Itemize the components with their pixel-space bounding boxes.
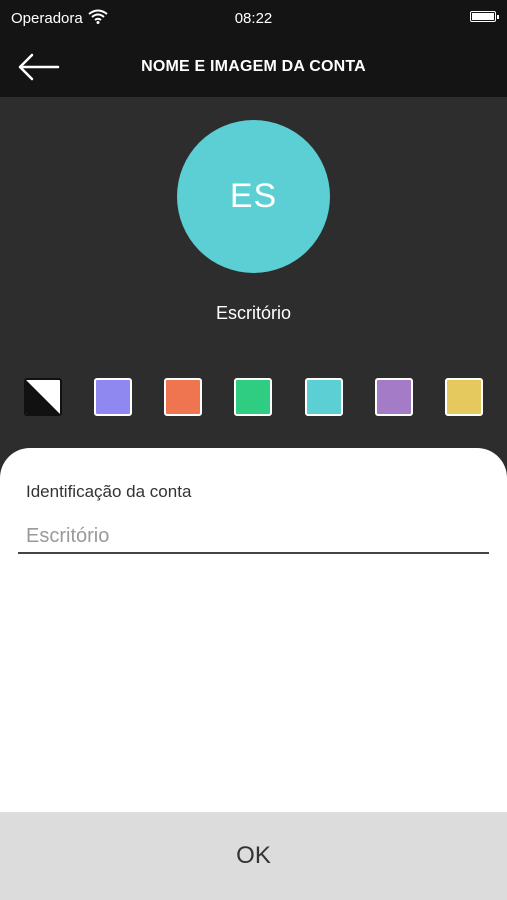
- page-title: NOME E IMAGEM DA CONTA: [141, 58, 366, 75]
- color-swatch-green[interactable]: [234, 378, 272, 416]
- color-picker: [0, 378, 507, 418]
- status-time: 08:22: [234, 10, 273, 27]
- ok-button[interactable]: OK: [0, 812, 507, 900]
- account-form-sheet: Identificação da conta: [0, 448, 507, 812]
- status-bar: Operadora 08:22: [0, 0, 507, 36]
- color-swatch-yellow[interactable]: [445, 378, 483, 416]
- color-swatch-orange[interactable]: [164, 378, 202, 416]
- battery-icon: [470, 11, 499, 22]
- color-swatch-purple[interactable]: [375, 378, 413, 416]
- account-id-label: Identificação da conta: [26, 482, 192, 501]
- account-name-input[interactable]: [18, 520, 489, 554]
- app-header: NOME E IMAGEM DA CONTA: [0, 36, 507, 97]
- color-swatch-blue[interactable]: [94, 378, 132, 416]
- color-swatch-none[interactable]: [24, 378, 62, 416]
- account-name: Escritório: [215, 303, 291, 323]
- avatar[interactable]: ES: [177, 120, 330, 273]
- color-swatch-cyan[interactable]: [305, 378, 343, 416]
- avatar-initials: ES: [229, 177, 278, 215]
- no-color-icon: [26, 380, 60, 414]
